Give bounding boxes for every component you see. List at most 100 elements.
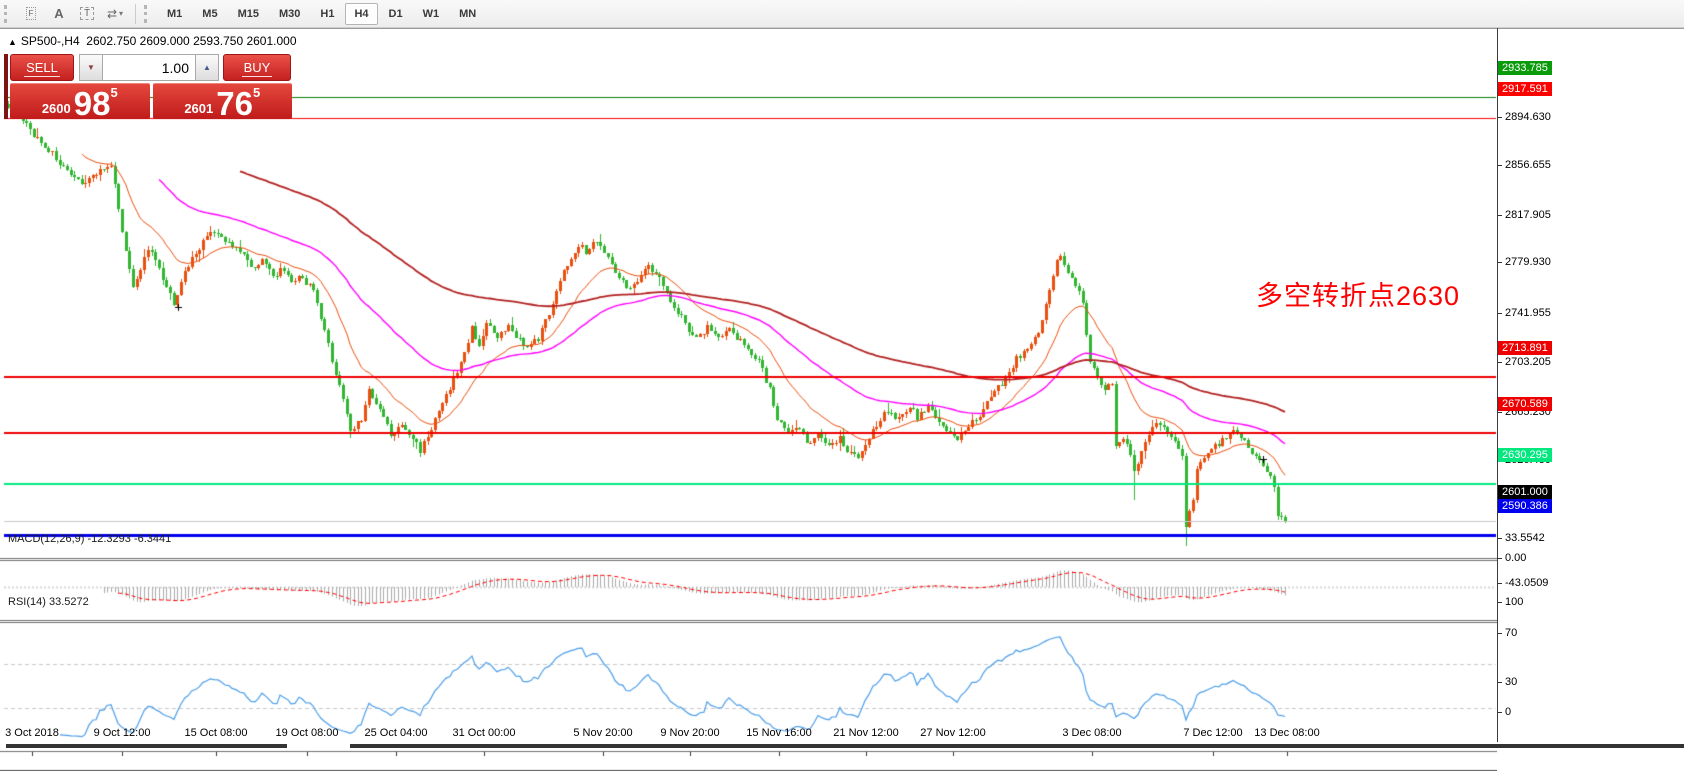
dropdown-caret-icon: ▾ xyxy=(119,9,123,18)
time-label: 31 Oct 00:00 xyxy=(453,727,516,739)
time-label: 5 Nov 20:00 xyxy=(573,727,632,739)
chart-collapse-icon[interactable]: ▲ xyxy=(8,37,17,47)
axis-tick-mark xyxy=(1498,362,1502,363)
rsi-scale-tick: 30 xyxy=(1505,675,1517,689)
axis-tick-mark xyxy=(1498,712,1502,713)
text-label-tool-icon-glyph: T xyxy=(80,7,94,20)
text-label-tool-icon[interactable]: T xyxy=(74,3,100,25)
caret-up-icon: ▲ xyxy=(203,63,211,72)
price-level-label: 2670.589 xyxy=(1498,397,1552,411)
axis-tick-mark xyxy=(1498,558,1502,559)
timeframe-button-h4[interactable]: H4 xyxy=(345,3,377,25)
axis-tick-mark xyxy=(1498,633,1502,634)
timeframe-group: M1M5M15M30H1H4D1W1MN xyxy=(157,3,486,25)
trade-panel-price-row: 2600985 2601765 xyxy=(10,83,292,119)
price-tick: 2817.905 xyxy=(1505,208,1551,222)
time-label: 19 Oct 08:00 xyxy=(276,727,339,739)
time-label: 9 Nov 20:00 xyxy=(660,727,719,739)
macd-scale-tick: 33.5542 xyxy=(1505,531,1545,545)
price-level-label: 2713.891 xyxy=(1498,341,1552,355)
price-level-label: 2630.295 xyxy=(1498,448,1552,462)
axis-tick-mark xyxy=(1498,412,1502,413)
time-label: 3 Oct 2018 xyxy=(5,727,59,739)
volume-decrease-button[interactable]: ▼ xyxy=(79,54,102,81)
chart-window xyxy=(0,28,1684,750)
rsi-scale-tick: 0 xyxy=(1505,705,1511,719)
object-select-tool-icon-glyph: ⇄ xyxy=(107,7,117,21)
price-tick: 2703.205 xyxy=(1505,355,1551,369)
chart-text-annotation: 多空转折点2630 xyxy=(1256,274,1460,313)
font-tool-icon[interactable]: A xyxy=(46,3,72,25)
rsi-indicator-label: RSI(14) 33.5272 xyxy=(8,596,89,608)
timeframe-button-m15[interactable]: M15 xyxy=(229,3,268,25)
axis-tick-mark xyxy=(1498,602,1502,603)
chart-title: ▲ SP500-,H4 2602.750 2609.000 2593.750 26… xyxy=(8,34,297,48)
macd-scale-tick: -43.0509 xyxy=(1505,576,1548,590)
sell-button[interactable]: SELL xyxy=(10,54,74,81)
time-label: 27 Nov 12:00 xyxy=(920,727,985,739)
toolbar-grip[interactable] xyxy=(144,5,153,23)
price-level-label: 2601.000 xyxy=(1498,485,1552,499)
axis-tick-mark xyxy=(1498,165,1502,166)
axis-tick-mark xyxy=(1498,538,1502,539)
buy-price-box[interactable]: 2601765 xyxy=(153,83,293,119)
toolbar: F A T ⇄▾ M1M5M15M30H1H4D1W1MN xyxy=(0,0,1684,28)
price-tick: 2779.930 xyxy=(1505,255,1551,269)
price-level-label: 2590.386 xyxy=(1498,499,1552,513)
mt4-application: { "toolbar": { "icons": [ {"name":"tile-… xyxy=(0,0,1684,750)
price-level-label: 2933.785 xyxy=(1498,61,1552,75)
price-tick: 2894.630 xyxy=(1505,110,1551,124)
axis-tick-mark xyxy=(1498,682,1502,683)
timeframe-button-d1[interactable]: D1 xyxy=(380,3,412,25)
time-label: 7 Dec 12:00 xyxy=(1183,727,1242,739)
time-label: 25 Oct 04:00 xyxy=(365,727,428,739)
rsi-scale-tick: 100 xyxy=(1505,595,1523,609)
font-tool-icon-glyph: A xyxy=(54,6,63,21)
timeframe-button-mn[interactable]: MN xyxy=(450,3,485,25)
axis-tick-mark xyxy=(1498,313,1502,314)
time-label: 13 Dec 08:00 xyxy=(1254,727,1319,739)
time-label: 21 Nov 12:00 xyxy=(833,727,898,739)
object-select-tool-icon[interactable]: ⇄▾ xyxy=(102,3,128,25)
macd-scale-tick: 0.00 xyxy=(1505,551,1526,565)
buy-price-big: 76 xyxy=(216,91,253,117)
chart-ohlc-values: 2602.750 2609.000 2593.750 2601.000 xyxy=(86,34,296,48)
chart-symbol-period: SP500-,H4 xyxy=(21,34,80,48)
price-tick: 2741.955 xyxy=(1505,306,1551,320)
rsi-scale-tick: 70 xyxy=(1505,626,1517,640)
axis-tick-mark xyxy=(1498,215,1502,216)
timeframe-button-m30[interactable]: M30 xyxy=(270,3,309,25)
sell-price-box[interactable]: 2600985 xyxy=(10,83,150,119)
price-axis[interactable]: 2894.6302856.6552817.9052779.9302741.955… xyxy=(1497,0,1684,750)
toolbar-grip[interactable] xyxy=(4,5,13,23)
trade-panel-top-row: SELL ▼ ▲ BUY xyxy=(10,54,292,81)
buy-price-sup: 5 xyxy=(253,85,260,100)
buy-button[interactable]: BUY xyxy=(223,54,291,81)
timeframe-button-m5[interactable]: M5 xyxy=(193,3,226,25)
one-click-trading-panel: SELL ▼ ▲ BUY 2600985 2601765 xyxy=(4,54,292,119)
background-window-edge xyxy=(6,744,287,748)
volume-input[interactable] xyxy=(102,54,196,81)
buy-price-prefix: 2601 xyxy=(184,100,213,117)
macd-indicator-label: MACD(12,26,9) -12.3293 -6.3441 xyxy=(8,533,171,545)
timeframe-button-m1[interactable]: M1 xyxy=(158,3,191,25)
sell-price-sup: 5 xyxy=(110,85,117,100)
tile-windows-icon[interactable]: F xyxy=(18,3,44,25)
time-axis[interactable]: 3 Oct 20189 Oct 12:0015 Oct 08:0019 Oct … xyxy=(0,725,1497,743)
toolbar-separator xyxy=(135,4,136,24)
price-level-label: 2917.591 xyxy=(1498,82,1552,96)
time-label: 3 Dec 08:00 xyxy=(1062,727,1121,739)
axis-tick-mark xyxy=(1498,262,1502,263)
tile-windows-icon-glyph: F xyxy=(26,7,37,20)
chart-canvas[interactable] xyxy=(0,57,1497,771)
timeframe-button-h1[interactable]: H1 xyxy=(311,3,343,25)
background-window-edge xyxy=(350,744,1684,748)
volume-spinner: ▼ ▲ xyxy=(79,54,219,81)
axis-tick-mark xyxy=(1498,117,1502,118)
sell-price-prefix: 2600 xyxy=(42,100,71,117)
sell-price-big: 98 xyxy=(74,91,111,117)
timeframe-button-w1[interactable]: W1 xyxy=(414,3,449,25)
time-label: 15 Nov 16:00 xyxy=(746,727,811,739)
caret-down-icon: ▼ xyxy=(87,63,95,72)
volume-increase-button[interactable]: ▲ xyxy=(196,54,219,81)
